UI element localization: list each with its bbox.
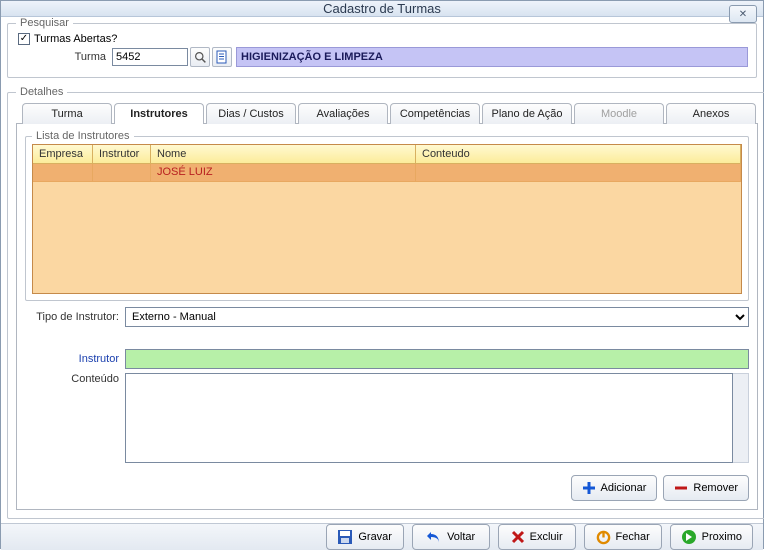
close-icon: ✕ xyxy=(739,9,747,20)
window-title: Cadastro de Turmas xyxy=(323,1,441,16)
save-button-label: Gravar xyxy=(358,531,392,543)
close-footer-button[interactable]: Fechar xyxy=(584,524,662,550)
grid-header: Empresa Instrutor Nome Conteudo xyxy=(33,145,741,164)
instrutor-input[interactable] xyxy=(125,349,749,369)
col-header-conteudo[interactable]: Conteudo xyxy=(416,145,741,163)
table-row[interactable]: JOSÉ LUIZ xyxy=(33,164,741,182)
search-turma-button[interactable] xyxy=(190,47,210,67)
document-icon xyxy=(216,50,228,64)
tab-anexos[interactable]: Anexos xyxy=(666,103,756,124)
power-icon xyxy=(596,530,611,545)
col-header-nome[interactable]: Nome xyxy=(151,145,416,163)
col-header-empresa[interactable]: Empresa xyxy=(33,145,93,163)
course-name-text: HIGIENIZAÇÃO E LIMPEZA xyxy=(241,51,383,63)
arrow-right-icon xyxy=(681,529,697,545)
turma-label: Turma xyxy=(16,51,112,63)
next-button[interactable]: Proximo xyxy=(670,524,753,550)
back-button-label: Voltar xyxy=(447,531,475,543)
instructor-list-group: Lista de Instrutores Empresa Instrutor N… xyxy=(25,130,749,301)
col-header-instrutor[interactable]: Instrutor xyxy=(93,145,151,163)
open-turma-button[interactable] xyxy=(212,47,232,67)
tab-dias-custos[interactable]: Dias / Custos xyxy=(206,103,296,124)
footer-toolbar: Gravar Voltar Excluir Fechar Proximo xyxy=(1,523,763,550)
tab-instrutores[interactable]: Instrutores xyxy=(114,103,204,124)
tab-moodle: Moodle xyxy=(574,103,664,124)
open-classes-label: Turmas Abertas? xyxy=(34,33,117,45)
plus-icon xyxy=(582,481,596,495)
search-group: Pesquisar ✓ Turmas Abertas? Turma HIGIEN… xyxy=(7,17,757,78)
cell-instrutor xyxy=(93,164,151,181)
window-frame: Cadastro de Turmas ✕ Pesquisar ✓ Turmas … xyxy=(0,0,764,549)
conteudo-label: Conteúdo xyxy=(25,373,125,385)
search-icon xyxy=(194,51,207,64)
delete-button[interactable]: Excluir xyxy=(498,524,576,550)
tipo-instrutor-label: Tipo de Instrutor: xyxy=(25,311,125,323)
titlebar: Cadastro de Turmas ✕ xyxy=(1,1,763,17)
grid-body: JOSÉ LUIZ xyxy=(33,164,741,293)
save-button[interactable]: Gravar xyxy=(326,524,404,550)
tab-avaliacoes[interactable]: Avaliações xyxy=(298,103,388,124)
back-button[interactable]: Voltar xyxy=(412,524,490,550)
tab-turma[interactable]: Turma xyxy=(22,103,112,124)
search-legend: Pesquisar xyxy=(16,17,73,29)
cell-conteudo xyxy=(416,164,741,181)
tab-panel-instrutores: Lista de Instrutores Empresa Instrutor N… xyxy=(16,123,758,510)
textarea-scrollbar[interactable] xyxy=(733,373,749,463)
tab-plano-acao[interactable]: Plano de Ação xyxy=(482,103,572,124)
next-button-label: Proximo xyxy=(702,531,742,543)
details-legend: Detalhes xyxy=(16,86,67,98)
instructor-grid[interactable]: Empresa Instrutor Nome Conteudo JOSÉ LUI… xyxy=(32,144,742,294)
minus-icon xyxy=(674,481,688,495)
tipo-instrutor-select[interactable]: Externo - Manual xyxy=(125,307,749,327)
checkmark-icon: ✓ xyxy=(20,34,28,44)
tab-competencias[interactable]: Competências xyxy=(390,103,480,124)
close-button[interactable]: ✕ xyxy=(729,5,757,23)
x-icon xyxy=(511,530,525,544)
details-group: Detalhes Turma Instrutores Dias / Custos… xyxy=(7,86,764,519)
conteudo-textarea[interactable] xyxy=(125,373,733,463)
add-button-label: Adicionar xyxy=(601,482,647,494)
remove-button[interactable]: Remover xyxy=(663,475,749,501)
turma-input[interactable] xyxy=(112,48,188,66)
remove-button-label: Remover xyxy=(693,482,738,494)
cell-nome: JOSÉ LUIZ xyxy=(151,164,416,181)
tabstrip: Turma Instrutores Dias / Custos Avaliaçõ… xyxy=(16,102,758,123)
close-footer-label: Fechar xyxy=(616,531,650,543)
open-classes-checkbox[interactable]: ✓ xyxy=(18,33,30,45)
instrutor-label: Instrutor xyxy=(25,353,125,365)
cell-empresa xyxy=(33,164,93,181)
add-button[interactable]: Adicionar xyxy=(571,475,658,501)
instructor-list-legend: Lista de Instrutores xyxy=(32,130,134,142)
course-name-banner: HIGIENIZAÇÃO E LIMPEZA xyxy=(236,47,748,67)
delete-button-label: Excluir xyxy=(530,531,563,543)
undo-icon xyxy=(426,529,442,545)
save-icon xyxy=(337,529,353,545)
